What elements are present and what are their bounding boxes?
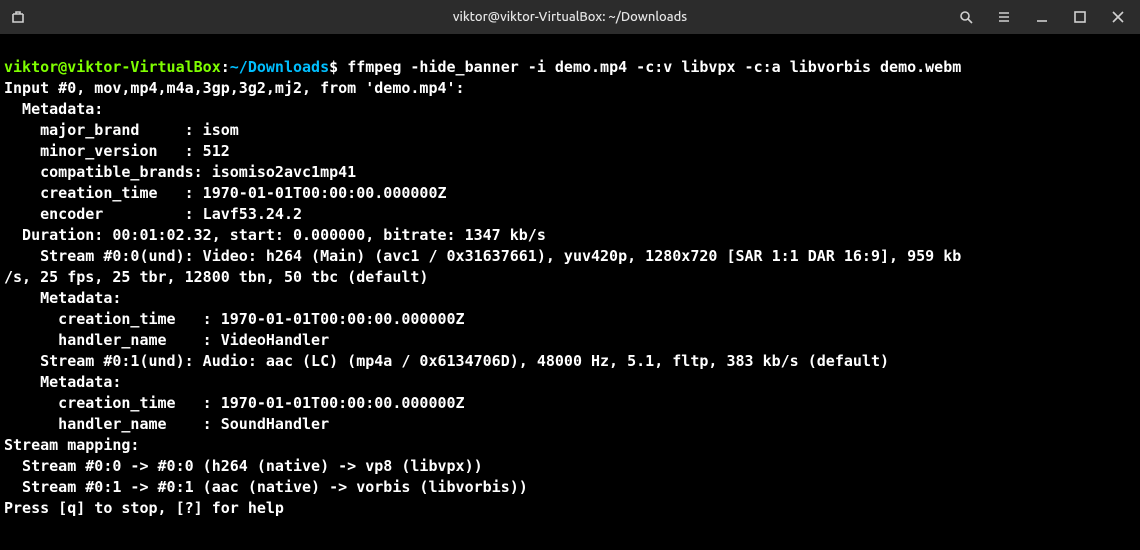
output-line: Duration: 00:01:02.32, start: 0.000000, …: [4, 226, 546, 244]
output-line: minor_version : 512: [4, 142, 230, 160]
output-line: creation_time : 1970-01-01T00:00:00.0000…: [4, 184, 447, 202]
minimize-button[interactable]: [1034, 9, 1050, 25]
output-line: creation_time : 1970-01-01T00:00:00.0000…: [4, 310, 465, 328]
output-line: Stream #0:0(und): Video: h264 (Main) (av…: [4, 247, 961, 265]
output-line: major_brand : isom: [4, 121, 239, 139]
output-line: Metadata:: [4, 373, 121, 391]
maximize-button[interactable]: [1072, 9, 1088, 25]
output-line: Stream #0:0 -> #0:0 (h264 (native) -> vp…: [4, 457, 483, 475]
terminal-output[interactable]: viktor@viktor-VirtualBox:~/Downloads$ ff…: [0, 34, 1140, 523]
output-line: handler_name : VideoHandler: [4, 331, 329, 349]
prompt-symbol: $: [329, 58, 347, 76]
command-text: ffmpeg -hide_banner -i demo.mp4 -c:v lib…: [347, 58, 961, 76]
output-line: /s, 25 fps, 25 tbr, 12800 tbn, 50 tbc (d…: [4, 268, 428, 286]
output-line: handler_name : SoundHandler: [4, 415, 329, 433]
prompt-path: ~/Downloads: [230, 58, 329, 76]
search-icon[interactable]: [958, 9, 974, 25]
window-titlebar: viktor@viktor-VirtualBox: ~/Downloads: [0, 0, 1140, 34]
menu-icon[interactable]: [996, 9, 1012, 25]
output-line: Stream #0:1 -> #0:1 (aac (native) -> vor…: [4, 478, 528, 496]
prompt-colon: :: [221, 58, 230, 76]
output-line: compatible_brands: isomiso2avc1mp41: [4, 163, 356, 181]
new-tab-button[interactable]: [10, 9, 26, 25]
output-line: Stream mapping:: [4, 436, 139, 454]
prompt-user-host: viktor@viktor-VirtualBox: [4, 58, 221, 76]
close-button[interactable]: [1110, 9, 1126, 25]
output-line: Stream #0:1(und): Audio: aac (LC) (mp4a …: [4, 352, 889, 370]
output-line: Metadata:: [4, 289, 121, 307]
output-line: Press [q] to stop, [?] for help: [4, 499, 284, 517]
output-line: Metadata:: [4, 100, 103, 118]
output-line: creation_time : 1970-01-01T00:00:00.0000…: [4, 394, 465, 412]
output-line: encoder : Lavf53.24.2: [4, 205, 302, 223]
output-line: Input #0, mov,mp4,m4a,3gp,3g2,mj2, from …: [4, 79, 465, 97]
prompt-line: viktor@viktor-VirtualBox:~/Downloads$ ff…: [4, 58, 961, 76]
